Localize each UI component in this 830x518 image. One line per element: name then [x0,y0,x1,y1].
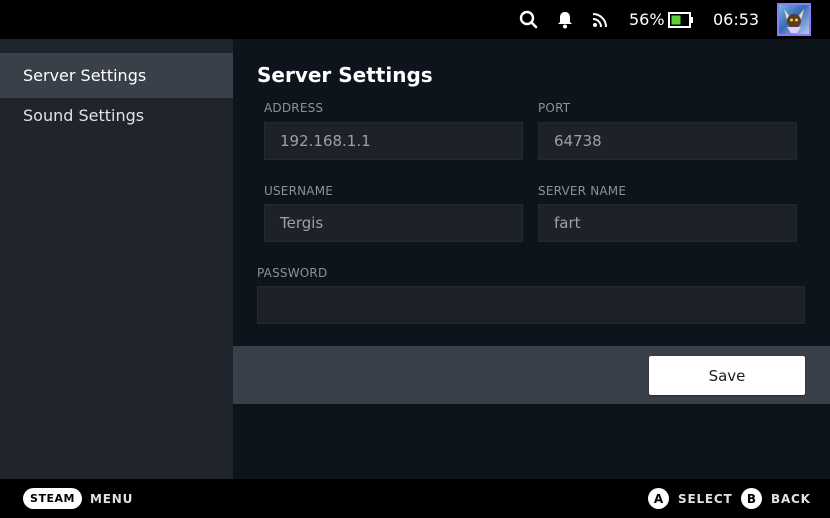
settings-panel: Server Settings ADDRESS 192.168.1.1 PORT… [233,39,830,479]
clock: 06:53 [713,10,760,29]
save-button[interactable]: Save [649,356,805,395]
b-button-icon[interactable]: B [741,488,762,509]
sidebar-item-sound-settings[interactable]: Sound Settings [0,93,233,138]
save-bar: Save [233,346,830,404]
password-label: PASSWORD [257,266,328,280]
username-label: USERNAME [264,184,334,198]
username-field[interactable]: Tergis [264,204,523,242]
port-label: PORT [538,101,571,115]
search-icon[interactable] [519,0,539,39]
server-name-field[interactable]: fart [538,204,797,242]
address-label: ADDRESS [264,101,324,115]
bell-icon[interactable] [556,0,574,39]
password-field[interactable] [257,286,805,324]
sidebar: Server Settings Sound Settings [0,39,233,479]
footer-bar: STEAM MENU A SELECT B BACK [0,479,830,518]
rss-icon[interactable] [591,0,609,39]
status-bar: 56% 06:53 [0,0,830,39]
port-field[interactable]: 64738 [538,122,797,160]
battery-percent: 56% [629,10,665,29]
avatar[interactable] [777,3,811,36]
steam-button[interactable]: STEAM [23,488,82,509]
page-title: Server Settings [257,63,433,87]
sidebar-item-server-settings[interactable]: Server Settings [0,53,233,98]
a-button-icon[interactable]: A [648,488,669,509]
select-label: SELECT [678,491,733,506]
battery-icon [668,0,694,39]
server-name-label: SERVER NAME [538,184,627,198]
menu-label: MENU [90,491,134,506]
address-field[interactable]: 192.168.1.1 [264,122,523,160]
back-label: BACK [771,491,811,506]
